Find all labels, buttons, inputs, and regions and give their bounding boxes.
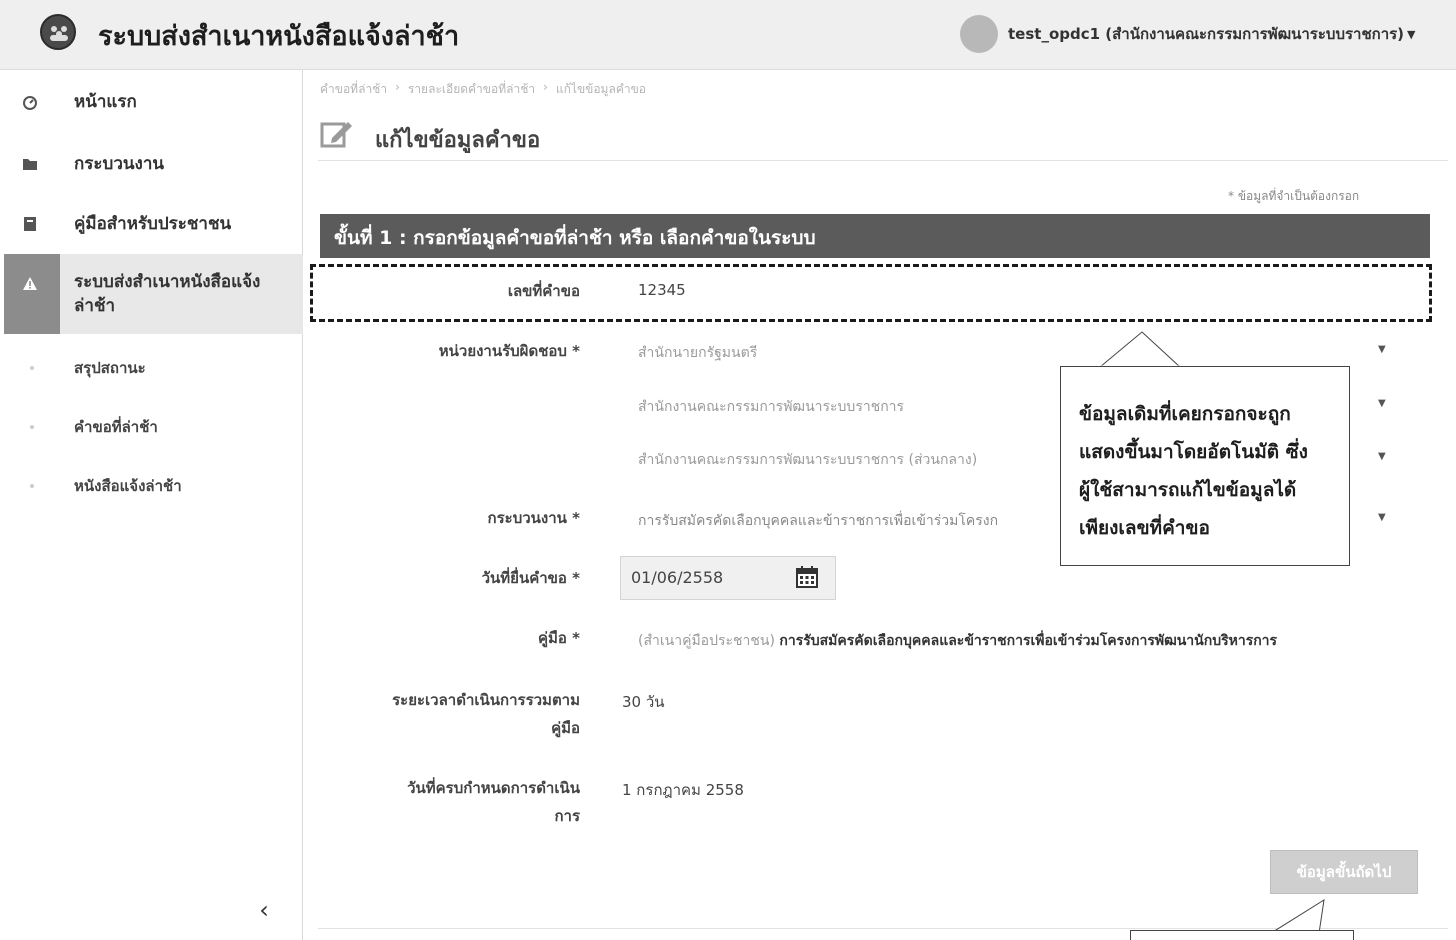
manual-title: การรับสมัครคัดเลือกบุคคลและข้าราชการเพื่… xyxy=(779,633,1278,649)
process-select[interactable]: การรับสมัครคัดเลือกบุคคลและข้าราชการเพื่… xyxy=(638,510,998,532)
next-step-button[interactable]: ข้อมูลขั้นถัดไป xyxy=(1270,850,1418,894)
avatar[interactable] xyxy=(960,15,998,53)
sidebar-item-label: กระบวนงาน xyxy=(74,154,164,174)
sidebar-subitem-delayed-requests[interactable]: คำขอที่ล่าช้า xyxy=(74,415,158,439)
callout-line: แสดงขึ้นมาโดยอัตโนมัติ ซึ่ง xyxy=(1079,441,1308,463)
manual-label: คู่มือ * xyxy=(538,629,580,647)
callout-line: ผู้ใช้สามารถแก้ไขข้อมูลได้ xyxy=(1079,479,1297,501)
breadcrumb: คำขอที่ล่าช้า › รายละเอียดคำขอที่ล่าช้า … xyxy=(320,80,646,99)
request-no-label: เลขที่คำขอ xyxy=(507,282,580,300)
sidebar-subitem-delay-letters[interactable]: หนังสือแจ้งล่าช้า xyxy=(74,474,182,498)
callout-pointer xyxy=(1100,331,1181,368)
annotation-callout: ข้อมูลเดิมที่เคยกรอกจะถูก แสดงขึ้นมาโดยอ… xyxy=(1060,366,1350,566)
book-icon xyxy=(24,217,36,231)
deadline-label-line: วันที่ครบกำหนดการดำเนิน xyxy=(407,779,580,797)
dashboard-icon xyxy=(23,96,37,110)
deadline-label: วันที่ครบกำหนดการดำเนิน การ xyxy=(407,774,580,830)
agency-select-level1[interactable]: สำนักนายกรัฐมนตรี xyxy=(638,342,757,364)
agency-label: หน่วยงานรับผิดชอบ * xyxy=(438,342,580,360)
submit-date-label: วันที่ยื่นคำขอ * xyxy=(481,569,580,587)
chevron-down-icon[interactable]: ▼ xyxy=(1378,512,1386,523)
folder-icon xyxy=(23,159,37,170)
bullet-icon xyxy=(30,484,34,488)
top-header: ระบบส่งสำเนาหนังสือแจ้งล่าช้า test_opdc1… xyxy=(0,0,1456,70)
submit-date-value: 01/06/2558 xyxy=(631,568,724,587)
sidebar-item-label: ระบบส่งสำเนาหนังสือแจ้งล่าช้า xyxy=(74,272,261,316)
deadline-value: 1 กรกฎาคม 2558 xyxy=(622,781,744,799)
chevron-down-icon[interactable]: ▼ xyxy=(1407,28,1415,41)
deadline-label-line: การ xyxy=(554,807,580,825)
required-note: * ข้อมูลที่จำเป็นต้องกรอก xyxy=(1228,189,1360,203)
breadcrumb-separator-icon: › xyxy=(395,80,400,94)
breadcrumb-separator-icon: › xyxy=(543,80,548,94)
annotation-callout xyxy=(1130,930,1354,940)
callout-line: ข้อมูลเดิมที่เคยกรอกจะถูก xyxy=(1079,403,1291,425)
sidebar-item-label: คู่มือสำหรับประชาชน xyxy=(74,214,232,234)
breadcrumb-item[interactable]: คำขอที่ล่าช้า xyxy=(320,80,387,99)
app-title: ระบบส่งสำเนาหนังสือแจ้งล่าช้า xyxy=(98,21,460,52)
request-no-field[interactable]: 12345 xyxy=(638,281,686,299)
edit-icon xyxy=(320,122,352,148)
sidebar-item-manual[interactable]: คู่มือสำหรับประชาชน xyxy=(0,212,303,236)
breadcrumb-item[interactable]: รายละเอียดคำขอที่ล่าช้า xyxy=(408,80,535,99)
duration-value: 30 วัน xyxy=(622,693,665,711)
sidebar: หน้าแรก กระบวนงาน คู่มือสำหรับประชาชน ระ… xyxy=(0,70,303,940)
calendar-icon[interactable] xyxy=(795,565,819,589)
duration-label-line: ระยะเวลาดำเนินการรวมตาม xyxy=(392,691,580,709)
app-logo[interactable] xyxy=(40,14,76,50)
breadcrumb-item: แก้ไขข้อมูลคำขอ xyxy=(555,82,646,96)
callout-line: เพียงเลขที่คำขอ xyxy=(1079,517,1210,539)
step-header: ขั้นที่ 1 : กรอกข้อมูลคำขอที่ล่าช้า หรือ… xyxy=(320,214,1430,258)
highlight-box xyxy=(310,264,1432,322)
page-title: แก้ไขข้อมูลคำขอ xyxy=(375,128,541,153)
chevron-down-icon[interactable]: ▼ xyxy=(1378,451,1386,462)
agency-select-level3[interactable]: สำนักงานคณะกรรมการพัฒนาระบบราชการ (ส่วนก… xyxy=(638,449,977,471)
process-label: กระบวนงาน * xyxy=(487,509,580,527)
sidebar-item-home[interactable]: หน้าแรก xyxy=(0,90,303,114)
submit-date-field[interactable]: 01/06/2558 xyxy=(620,556,836,600)
sidebar-item-process[interactable]: กระบวนงาน xyxy=(0,152,303,176)
collapse-sidebar-button[interactable]: ‹ xyxy=(252,896,276,924)
manual-value: (สำเนาคู่มือประชาชน) การรับสมัครคัดเลือก… xyxy=(638,630,1398,652)
agency-select-level2[interactable]: สำนักงานคณะกรรมการพัฒนาระบบราชการ xyxy=(638,396,904,418)
bullet-icon xyxy=(30,366,34,370)
user-menu[interactable]: test_opdc1 (สำนักงานคณะกรรมการพัฒนาระบบร… xyxy=(960,15,1416,53)
chevron-down-icon[interactable]: ▼ xyxy=(1378,344,1386,355)
sidebar-item-label: หน้าแรก xyxy=(74,92,137,112)
sidebar-item-delay-notice[interactable]: ระบบส่งสำเนาหนังสือแจ้งล่าช้า xyxy=(0,270,303,330)
duration-label: ระยะเวลาดำเนินการรวมตาม คู่มือ xyxy=(392,686,580,742)
duration-label-line: คู่มือ xyxy=(551,719,580,737)
divider xyxy=(318,160,1448,161)
bullet-icon xyxy=(30,425,34,429)
manual-prefix: (สำเนาคู่มือประชาชน) xyxy=(638,633,775,649)
sidebar-subitem-summary[interactable]: สรุปสถานะ xyxy=(74,356,146,380)
chevron-down-icon[interactable]: ▼ xyxy=(1378,398,1386,409)
user-name[interactable]: test_opdc1 (สำนักงานคณะกรรมการพัฒนาระบบร… xyxy=(1008,22,1404,46)
warning-icon xyxy=(23,277,37,290)
